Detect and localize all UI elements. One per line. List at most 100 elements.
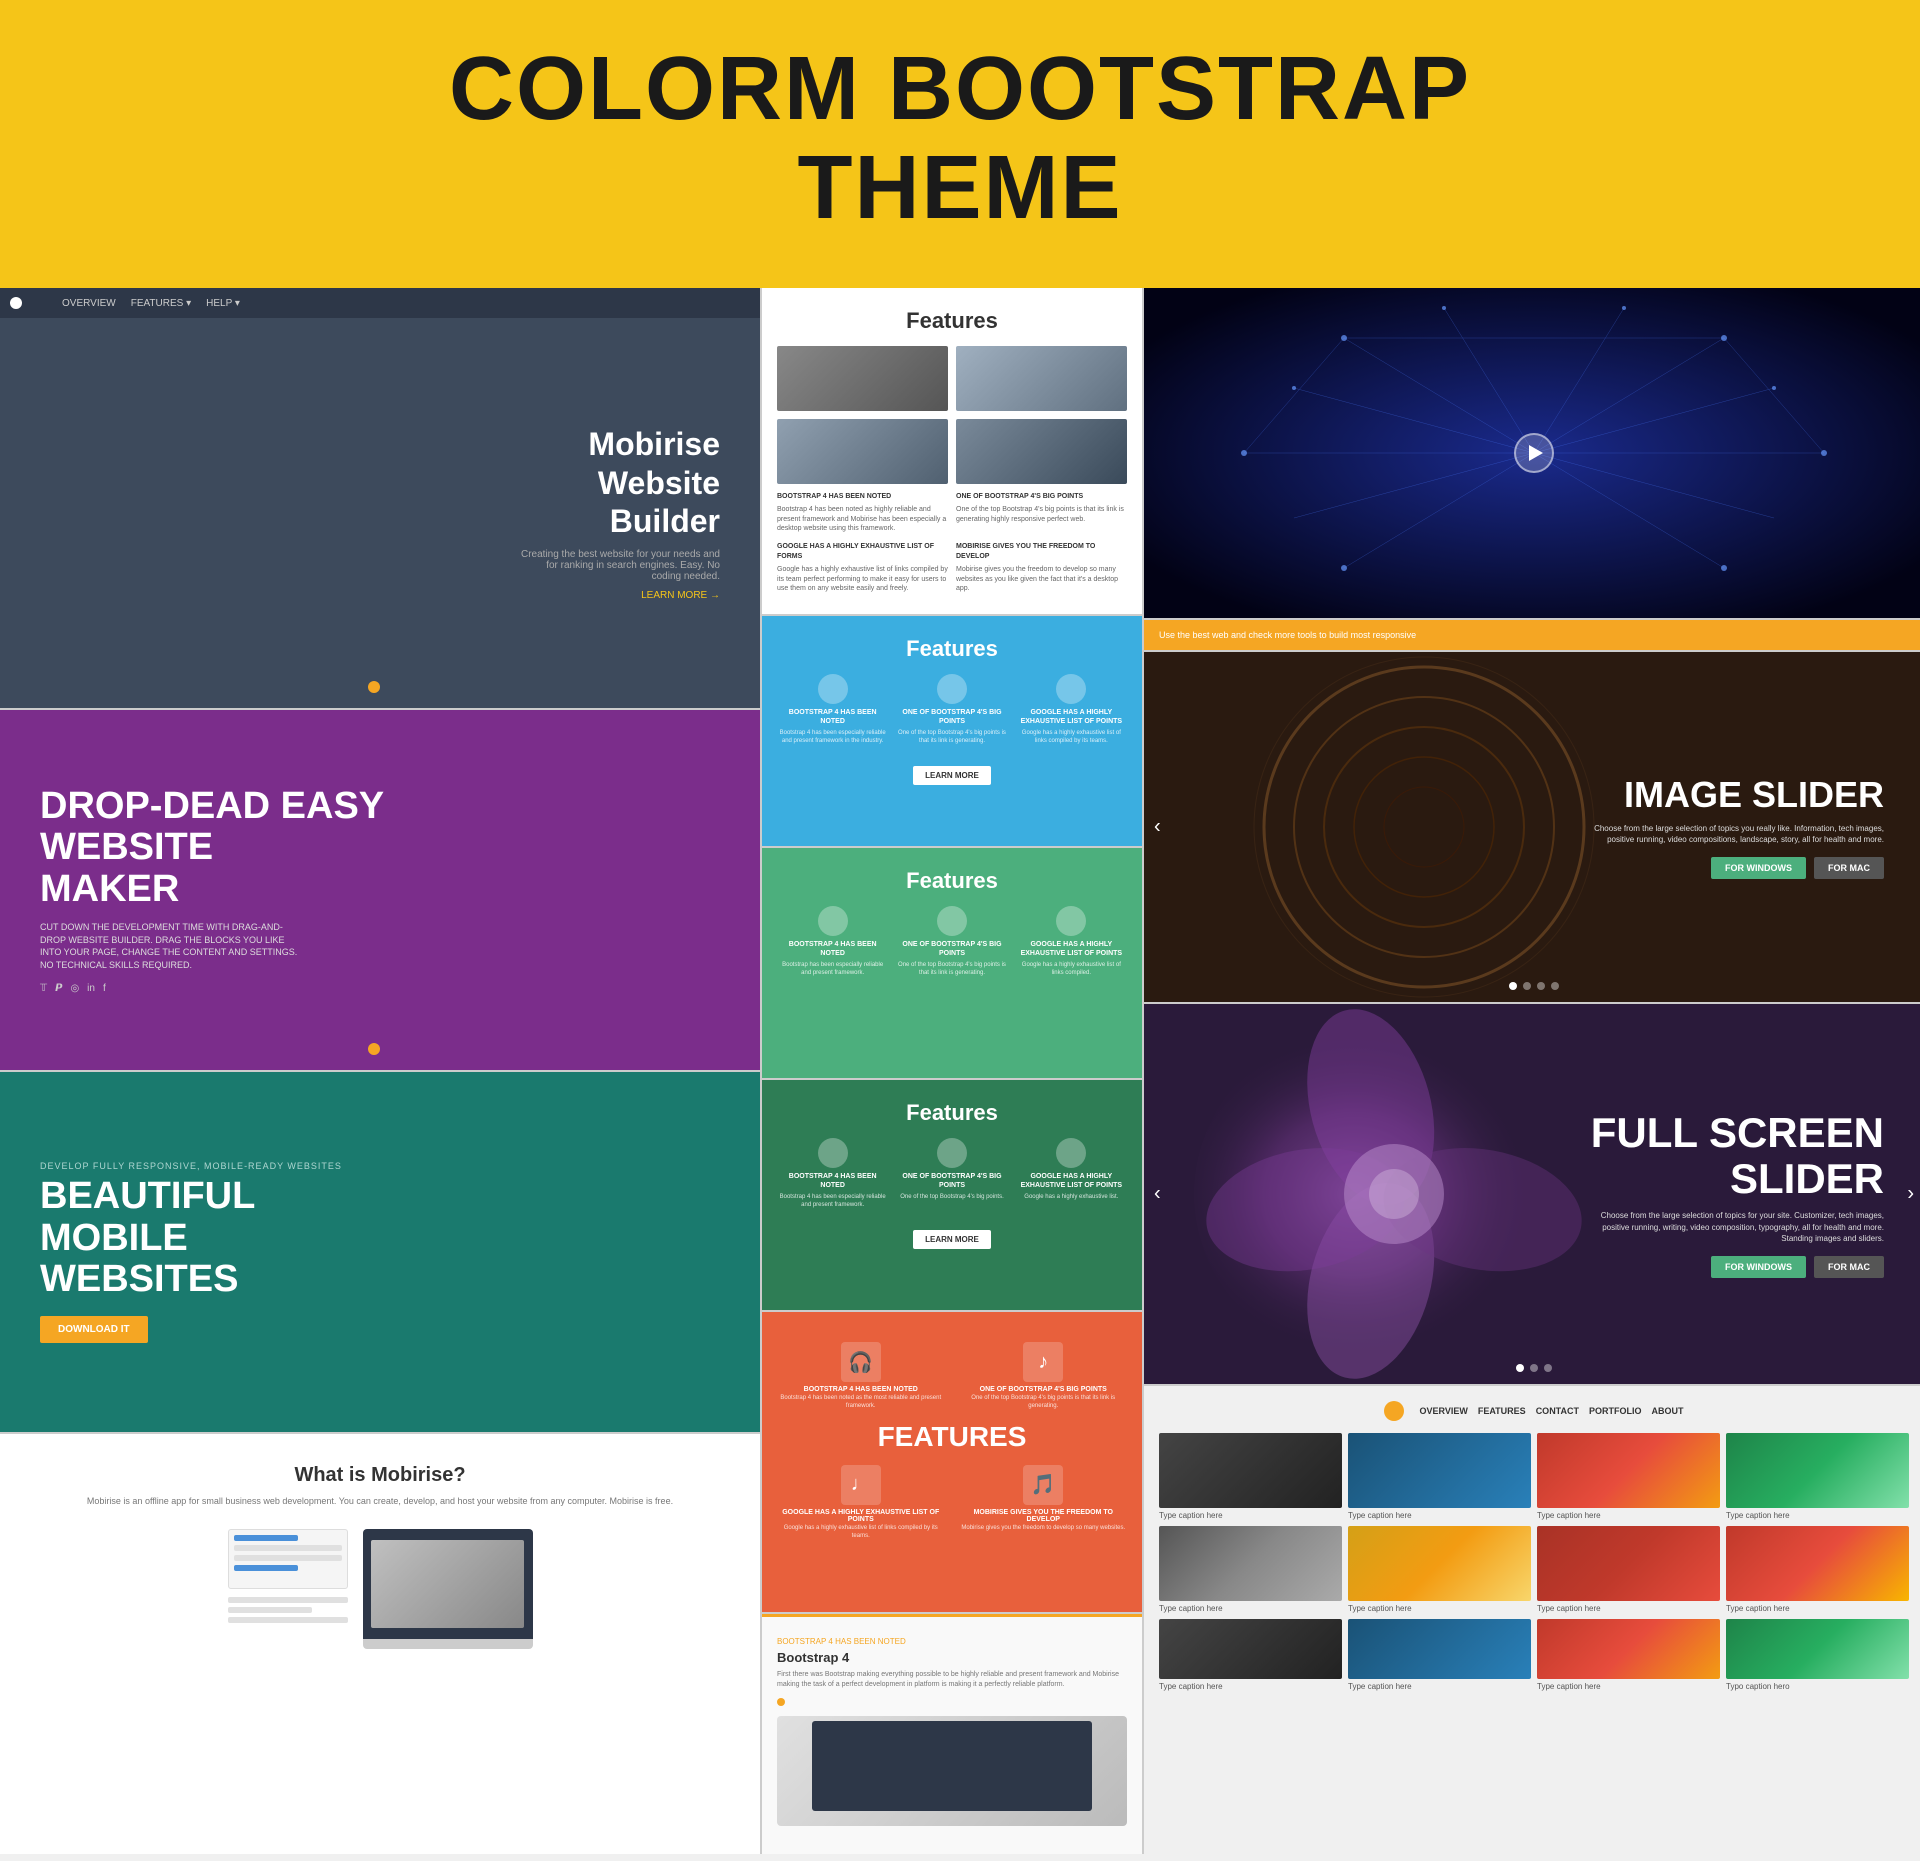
- gallery-caption-1-4: Type caption here: [1726, 1511, 1909, 1520]
- gallery-img-2-3[interactable]: [1537, 1526, 1720, 1601]
- card-row-2: [234, 1545, 342, 1551]
- fullscreen-prev-btn[interactable]: ‹: [1154, 1183, 1161, 1206]
- slider-dot-3[interactable]: [1537, 982, 1545, 990]
- header: COLORM BOOTSTRAP THEME: [0, 0, 1920, 288]
- text-row-2: [228, 1607, 312, 1613]
- orange-item-4: 🎵 MOBIRISE GIVES YOU THE FREEDOM TO DEVE…: [960, 1465, 1128, 1541]
- screen-image: [371, 1540, 524, 1628]
- gallery-item-3-3: Type caption here: [1537, 1619, 1720, 1691]
- orange-dot-purple: [368, 1043, 380, 1055]
- gallery-nav-features[interactable]: FEATURES: [1478, 1406, 1526, 1416]
- slider-mac-btn[interactable]: FOR MAC: [1814, 857, 1884, 879]
- image-slider-panel: ‹ IMAGE SLIDER Choose from the large sel…: [1144, 652, 1920, 1002]
- orange-dot: [368, 681, 380, 693]
- features-green-panel: Features BOOTSTRAP 4 HAS BEEN NOTED Boot…: [762, 848, 1142, 1078]
- title-line2: THEME: [798, 138, 1123, 238]
- laptop-mockup: [30, 1529, 730, 1649]
- gallery-img-3-1[interactable]: [1159, 1619, 1342, 1679]
- mockup-left: [228, 1529, 348, 1649]
- laptop-preview-screen: [812, 1721, 1092, 1811]
- fullscreen-mac-btn[interactable]: FOR MAC: [1814, 1256, 1884, 1278]
- instagram-icon[interactable]: ◎: [70, 983, 79, 994]
- nav-help[interactable]: HELP ▾: [206, 298, 240, 309]
- gallery-panel: OVERVIEW FEATURES CONTACT PORTFOLIO ABOU…: [1144, 1386, 1920, 1854]
- gallery-img-3-4[interactable]: [1726, 1619, 1909, 1679]
- music-note-icon: ♪: [1023, 1342, 1063, 1382]
- pinterest-icon[interactable]: 𝙋: [55, 983, 62, 994]
- gallery-img-3-2[interactable]: [1348, 1619, 1531, 1679]
- fullscreen-next-btn[interactable]: ›: [1907, 1183, 1914, 1206]
- facebook-icon[interactable]: f: [103, 983, 106, 994]
- website-builder-desc: Creating the best website for your needs…: [520, 549, 720, 582]
- fullscreen-windows-btn[interactable]: FOR WINDOWS: [1711, 1256, 1806, 1278]
- slider-buttons: FOR WINDOWS FOR MAC: [1584, 857, 1884, 879]
- gallery-img-1-3[interactable]: [1537, 1433, 1720, 1508]
- feature-blue-col-2: ONE OF BOOTSTRAP 4'S BIG POINTS One of t…: [896, 674, 1007, 746]
- what-is-panel: What is Mobirise? Mobirise is an offline…: [0, 1434, 760, 1854]
- orange-item-1: 🎧 BOOTSTRAP 4 HAS BEEN NOTED Bootstrap 4…: [777, 1342, 945, 1411]
- note-icon: ♩: [841, 1465, 881, 1505]
- what-is-title: What is Mobirise?: [30, 1464, 730, 1487]
- feature-img-3: [777, 419, 948, 484]
- nav-logo: [10, 297, 22, 309]
- gallery-caption-2-1: Type caption here: [1159, 1604, 1342, 1613]
- gallery-img-1-1[interactable]: [1159, 1433, 1342, 1508]
- gallery-img-2-2[interactable]: [1348, 1526, 1531, 1601]
- gallery-nav-about[interactable]: ABOUT: [1652, 1406, 1684, 1416]
- fullscreen-dot-2[interactable]: [1530, 1364, 1538, 1372]
- nav-features[interactable]: FEATURES ▾: [131, 298, 191, 309]
- gallery-item-1-4: Type caption here: [1726, 1433, 1909, 1520]
- slider-dot-1[interactable]: [1509, 982, 1517, 990]
- gallery-caption-3-3: Type caption here: [1537, 1682, 1720, 1691]
- mockup-text-area: [228, 1597, 348, 1623]
- nav-overview[interactable]: OVERVIEW: [62, 298, 116, 309]
- gallery-caption-1-3: Type caption here: [1537, 1511, 1720, 1520]
- card-row-1: [234, 1535, 299, 1541]
- features-blue-title: Features: [777, 636, 1127, 662]
- mockup-card: [228, 1529, 348, 1589]
- middle-column: Features BOOTSTRAP 4 HAS BEEN NOTED Boot…: [762, 288, 1142, 1854]
- download-button[interactable]: DOWNLOAD IT: [40, 1316, 148, 1343]
- gallery-nav-contact[interactable]: CONTACT: [1536, 1406, 1579, 1416]
- gallery-img-2-1[interactable]: [1159, 1526, 1342, 1601]
- teal-content: DEVELOP FULLY RESPONSIVE, MOBILE-READY W…: [40, 1161, 342, 1343]
- gallery-img-2-4[interactable]: [1726, 1526, 1909, 1601]
- gallery-nav-items: OVERVIEW FEATURES CONTACT PORTFOLIO ABOU…: [1419, 1406, 1683, 1416]
- feature-img-1: [777, 346, 948, 411]
- orange-bar-text: Use the best web and check more tools to…: [1159, 630, 1416, 640]
- gallery-img-1-4[interactable]: [1726, 1433, 1909, 1508]
- dg-learn-more-btn[interactable]: LEARN MORE: [913, 1230, 991, 1249]
- fullscreen-dot-3[interactable]: [1544, 1364, 1552, 1372]
- slider-windows-btn[interactable]: FOR WINDOWS: [1711, 857, 1806, 879]
- orange-features-bottom: ♩ GOOGLE HAS A HIGHLY EXHAUSTIVE LIST OF…: [777, 1465, 1127, 1541]
- blue-learn-more-btn[interactable]: LEARN MORE: [913, 766, 991, 785]
- gallery-nav-logo: [1384, 1401, 1404, 1421]
- gallery-item-3-1: Type caption here: [1159, 1619, 1342, 1691]
- gallery-item-2-2: Type caption here: [1348, 1526, 1531, 1613]
- slider-dot-2[interactable]: [1523, 982, 1531, 990]
- gallery-img-3-3[interactable]: [1537, 1619, 1720, 1679]
- page-title: COLORM BOOTSTRAP THEME: [20, 40, 1900, 238]
- gallery-caption-2-2: Type caption here: [1348, 1604, 1531, 1613]
- slider-dot-4[interactable]: [1551, 982, 1559, 990]
- feature-text-1: BOOTSTRAP 4 HAS BEEN NOTED Bootstrap 4 h…: [777, 492, 948, 534]
- play-button[interactable]: [1514, 433, 1554, 473]
- laptop-base: [363, 1639, 533, 1649]
- bootstrap-text: First there was Bootstrap making everyth…: [777, 1670, 1127, 1690]
- learn-more-link[interactable]: LEARN MORE →: [520, 590, 720, 601]
- gallery-nav-overview[interactable]: OVERVIEW: [1419, 1406, 1467, 1416]
- right-column: Use the best web and check more tools to…: [1144, 288, 1920, 1854]
- space-panel: [1144, 288, 1920, 618]
- gallery-item-1-2: Type caption here: [1348, 1433, 1531, 1520]
- feature-text-3: GOOGLE HAS A HIGHLY EXHAUSTIVE LIST OF F…: [777, 542, 948, 594]
- linkedin-icon[interactable]: in: [87, 983, 95, 994]
- slider-prev-btn[interactable]: ‹: [1154, 816, 1161, 839]
- fullscreen-dot-1[interactable]: [1516, 1364, 1524, 1372]
- music-icon: 🎵: [1023, 1465, 1063, 1505]
- twitter-icon[interactable]: 𝕋: [40, 983, 47, 994]
- feature-blue-col-3: GOOGLE HAS A HIGHLY EXHAUSTIVE LIST OF P…: [1016, 674, 1127, 746]
- gallery-img-1-2[interactable]: [1348, 1433, 1531, 1508]
- gallery-nav-portfolio[interactable]: PORTFOLIO: [1589, 1406, 1642, 1416]
- feature-green-col-1: BOOTSTRAP 4 HAS BEEN NOTED Bootstrap has…: [777, 906, 888, 978]
- fullscreen-dots: [1516, 1364, 1552, 1372]
